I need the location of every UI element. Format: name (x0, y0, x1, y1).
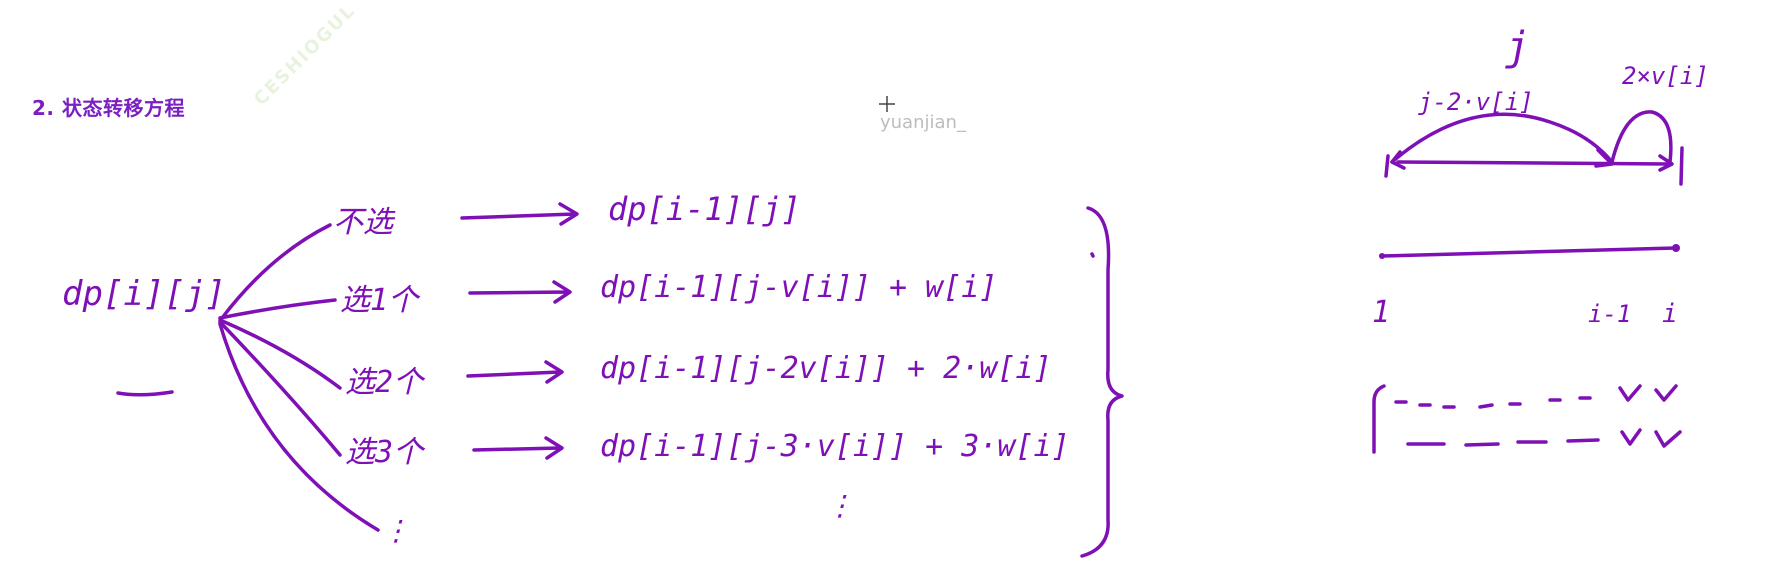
axis-label-1: 1 (1372, 295, 1390, 330)
arrow-3 (472, 436, 564, 460)
row-1-dashes (1394, 396, 1592, 409)
result-expr-1: dp[i-1][j-v[i]] + w[i] (600, 270, 997, 305)
choice-label-1: 选1个 (340, 283, 421, 318)
big-arc (1390, 112, 1614, 164)
top-left-tick (1384, 154, 1390, 178)
middle-line-end-dot (1672, 244, 1680, 252)
axis-label-i-minus-1: i-1 (1588, 300, 1631, 328)
choice-label-4: ⋮ (382, 514, 410, 547)
arrow-2 (466, 360, 564, 384)
branch-line-3 (218, 318, 342, 390)
root-label: dp[i][j] (62, 274, 226, 314)
row-2-checks (1620, 428, 1682, 448)
capacity-diagram: j j-2·v[i] 2×v[i] 1 i-1 i (1372, 24, 1709, 454)
choice-label-3: 选3个 (345, 435, 426, 470)
small-arc (1610, 110, 1673, 164)
root-underline (116, 390, 174, 397)
choice-label-0: 不选 (333, 205, 396, 240)
branch-line-2 (218, 298, 337, 320)
top-right-tick (1679, 146, 1684, 186)
middle-line-start-dot (1379, 253, 1385, 259)
whiteboard-canvas: dp[i][j] 不选 选1个 选2个 选3个 ⋮ dp[i-1][j] dp[… (62, 24, 1709, 558)
result-expr-0: dp[i-1][j] (608, 190, 801, 228)
axis-label-i: i (1662, 299, 1678, 329)
brace-dot (1090, 252, 1095, 258)
left-arc-label: j-2·v[i] (1418, 88, 1534, 116)
top-line (1396, 160, 1672, 166)
middle-line (1380, 246, 1678, 258)
branch-line-4 (218, 320, 342, 457)
right-brace (1080, 206, 1124, 558)
arrow-1 (468, 280, 572, 304)
row-1-checks (1618, 384, 1678, 402)
branch-line-5 (218, 322, 380, 532)
result-expr-4: ⋮ (826, 489, 854, 522)
result-expr-2: dp[i-1][j-2v[i]] + 2·w[i] (600, 351, 1052, 386)
arrows (460, 202, 579, 460)
arrow-0 (460, 202, 579, 226)
top-j-label: j (1505, 24, 1529, 70)
row-bracket (1372, 384, 1386, 454)
result-expr-3: dp[i-1][j-3·v[i]] + 3·w[i] (600, 429, 1070, 464)
row-2-dashes (1406, 438, 1600, 447)
choice-label-2: 选2个 (345, 365, 426, 400)
right-arc-label: 2×v[i] (1622, 62, 1709, 90)
